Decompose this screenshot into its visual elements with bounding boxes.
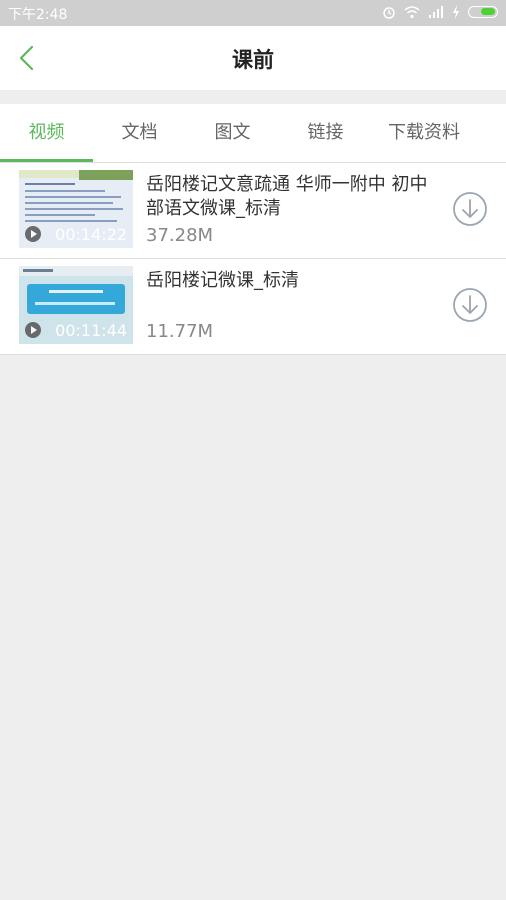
tab-download-materials[interactable]: 下载资料 xyxy=(372,104,476,162)
app-header: 课前 xyxy=(0,26,506,90)
tab-bar: 视频 文档 图文 链接 下载资料 xyxy=(0,104,506,163)
list-item[interactable]: 00:11:44 岳阳楼记微课_标清 11.77M xyxy=(0,259,506,355)
battery-icon xyxy=(468,6,498,18)
alarm-icon xyxy=(383,7,395,19)
status-bar: 下午2:48 xyxy=(0,0,506,26)
video-list: 00:14:22 岳阳楼记文意疏通 华师一附中 初中部语文微课_标清 37.28… xyxy=(0,163,506,355)
video-thumbnail[interactable]: 00:14:22 xyxy=(19,170,133,248)
video-title: 岳阳楼记微课_标清 xyxy=(146,270,299,291)
download-button[interactable] xyxy=(452,287,488,323)
video-title: 岳阳楼记文意疏通 华师一附中 初中部语文微课_标清 xyxy=(146,174,428,219)
video-thumbnail[interactable]: 00:11:44 xyxy=(19,266,133,344)
download-icon xyxy=(453,192,487,226)
wifi-icon xyxy=(404,6,420,19)
download-icon xyxy=(453,288,487,322)
video-duration: 00:14:22 xyxy=(55,225,127,244)
active-tab-indicator xyxy=(0,159,93,162)
signal-icon xyxy=(429,6,443,18)
status-time: 下午2:48 xyxy=(8,7,68,23)
list-item[interactable]: 00:14:22 岳阳楼记文意疏通 华师一附中 初中部语文微课_标清 37.28… xyxy=(0,163,506,259)
video-size: 37.28M xyxy=(146,225,214,246)
video-size: 11.77M xyxy=(146,321,214,342)
play-icon xyxy=(25,226,41,242)
page-title: 课前 xyxy=(232,48,274,72)
charging-icon xyxy=(453,5,459,19)
tab-video[interactable]: 视频 xyxy=(0,104,93,162)
status-icons xyxy=(382,5,498,19)
tab-image-text[interactable]: 图文 xyxy=(186,104,279,162)
tab-link[interactable]: 链接 xyxy=(279,104,372,162)
download-button[interactable] xyxy=(452,191,488,227)
play-icon xyxy=(25,322,41,338)
tab-document[interactable]: 文档 xyxy=(93,104,186,162)
video-duration: 00:11:44 xyxy=(55,321,127,340)
